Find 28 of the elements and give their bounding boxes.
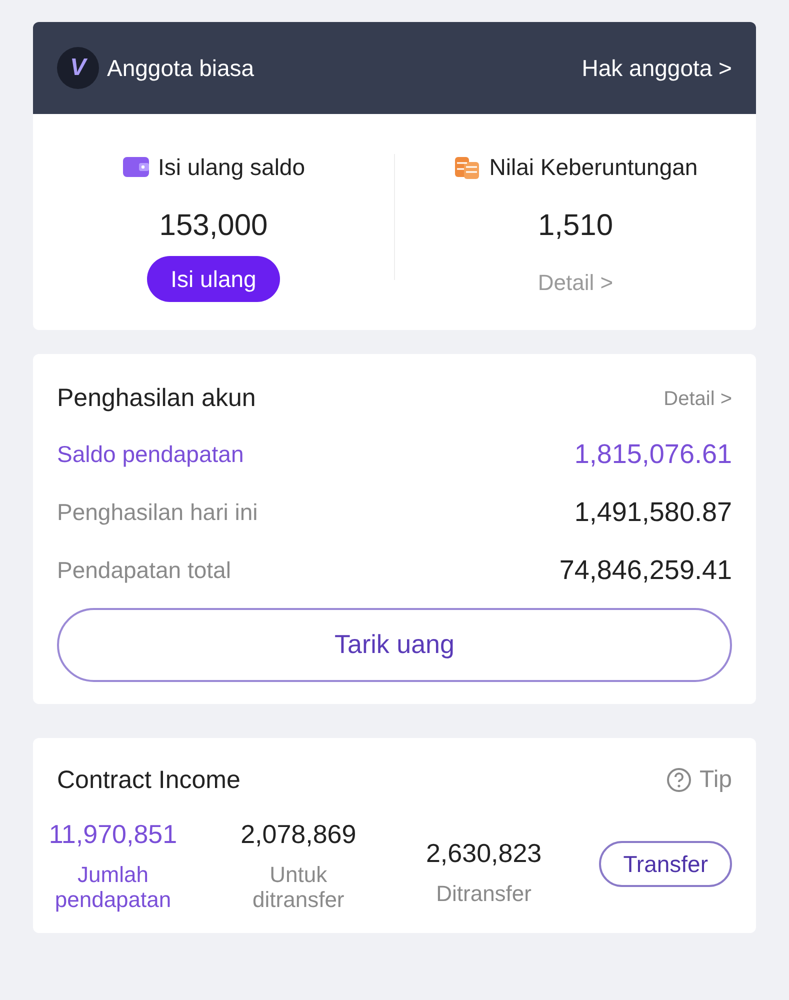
stat-label: Ditransfer [435, 880, 532, 906]
detail-link[interactable]: Detail > [664, 384, 732, 414]
section-title: Penghasilan akun [57, 383, 256, 414]
tip-link[interactable]: Tip [666, 762, 732, 798]
stat-label: Jumlah pendapatan [54, 862, 172, 913]
earnings-value: 1,815,076.61 [574, 438, 732, 472]
wallet-value: 1,510 [538, 208, 614, 244]
stat-value: 2,078,869 [240, 818, 356, 851]
earnings-label: Pendapatan total [57, 556, 231, 586]
transfer-button[interactable]: Transfer [599, 840, 732, 888]
stat-value: 11,970,851 [48, 818, 178, 851]
earnings-value: 74,846,259.41 [559, 554, 732, 588]
recharge-button[interactable]: Isi ulang [146, 256, 280, 302]
wallet-icon [122, 156, 150, 178]
earnings-value: 1,491,580.87 [574, 496, 732, 530]
earnings-label: Penghasilan hari ini [57, 498, 258, 528]
wallet-label: Isi ulang saldo [158, 153, 306, 182]
withdraw-button[interactable]: Tarik uang [57, 608, 732, 682]
member-level: Anggota biasa [107, 54, 254, 83]
stat-value: 2,630,823 [426, 836, 542, 870]
stat-label: Untuk ditransfer [252, 862, 346, 913]
earnings-label: Saldo pendapatan [57, 440, 244, 470]
help-icon [666, 767, 692, 794]
section-title: Contract Income [57, 764, 240, 796]
wallet-value: 153,000 [159, 208, 268, 244]
logo-icon: V [57, 47, 99, 89]
privileges-link[interactable]: Hak anggota > [582, 50, 732, 86]
wallet-label: Nilai Keberuntungan [489, 153, 698, 182]
